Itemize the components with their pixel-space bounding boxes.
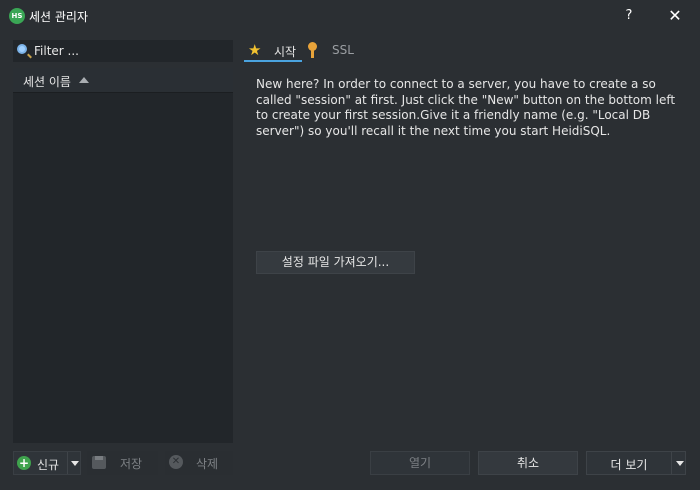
star-icon: ★ bbox=[248, 41, 262, 59]
plus-icon: + bbox=[17, 456, 31, 470]
import-settings-button[interactable]: 설정 파일 가져오기... bbox=[256, 251, 415, 274]
chevron-down-icon[interactable] bbox=[676, 461, 684, 466]
more-button-label: 더 보기 bbox=[610, 458, 648, 472]
delete-button-label: 삭제 bbox=[196, 457, 219, 471]
help-button[interactable]: ? bbox=[618, 6, 640, 26]
tab-ssl-label: SSL bbox=[332, 43, 354, 57]
chevron-down-icon[interactable] bbox=[71, 461, 79, 466]
title-bar: HS 세션 관리자 ? ✕ bbox=[0, 0, 700, 32]
save-button-label: 저장 bbox=[120, 457, 143, 471]
delete-button[interactable]: ✕ 삭제 bbox=[165, 451, 233, 475]
session-name-column-header[interactable]: 세션 이름 bbox=[13, 68, 233, 93]
window-title: 세션 관리자 bbox=[29, 10, 89, 24]
key-icon bbox=[308, 42, 317, 58]
new-session-button[interactable]: + 신규 bbox=[13, 451, 81, 475]
more-button[interactable]: 더 보기 bbox=[586, 451, 686, 475]
split-divider bbox=[671, 452, 672, 474]
search-icon bbox=[17, 44, 27, 54]
tab-start[interactable]: ★ 시작 bbox=[244, 40, 302, 62]
save-button[interactable]: 저장 bbox=[87, 451, 158, 475]
open-button[interactable]: 열기 bbox=[370, 451, 470, 475]
filter-input[interactable] bbox=[34, 40, 229, 62]
app-icon: HS bbox=[9, 8, 25, 24]
cancel-button[interactable]: 취소 bbox=[478, 451, 578, 475]
intro-text: New here? In order to connect to a serve… bbox=[256, 77, 676, 138]
sort-ascending-icon bbox=[79, 77, 89, 83]
session-list[interactable]: 세션 이름 bbox=[13, 68, 233, 443]
tab-ssl[interactable]: SSL bbox=[306, 40, 356, 62]
split-divider bbox=[67, 452, 68, 474]
column-header-label: 세션 이름 bbox=[23, 75, 71, 89]
delete-icon: ✕ bbox=[169, 455, 183, 469]
save-icon bbox=[92, 456, 106, 469]
filter-box[interactable] bbox=[13, 40, 233, 62]
close-button[interactable]: ✕ bbox=[662, 6, 688, 26]
tab-start-label: 시작 bbox=[274, 45, 297, 59]
new-button-label: 신규 bbox=[37, 458, 60, 472]
